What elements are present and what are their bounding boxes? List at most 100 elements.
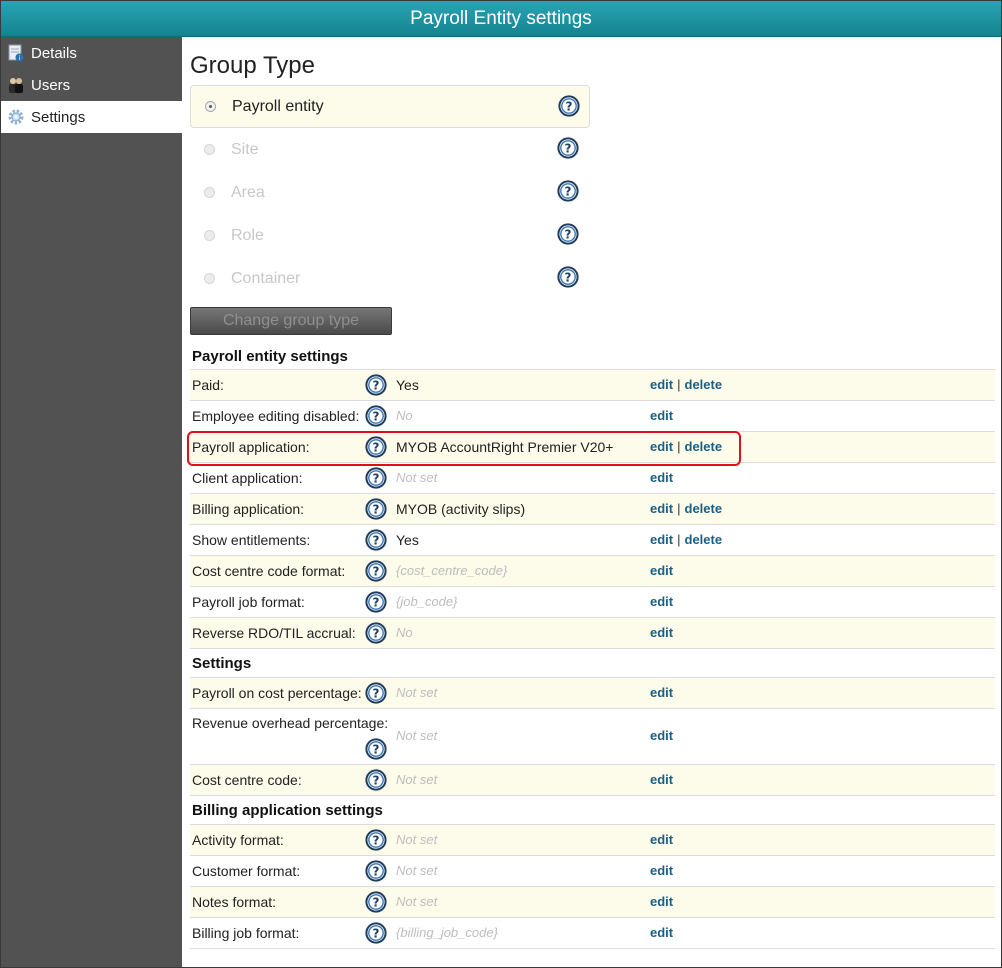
setting-row: Payroll application:? MYOB AccountRight P… — [190, 432, 995, 463]
help-icon[interactable]: ? — [365, 529, 387, 554]
setting-actions: edit — [650, 887, 673, 917]
setting-actions: edit | delete — [650, 494, 722, 524]
help-icon[interactable]: ? — [557, 137, 579, 164]
edit-link[interactable]: edit — [650, 772, 673, 787]
edit-link[interactable]: edit — [650, 685, 673, 700]
edit-link[interactable]: edit — [650, 594, 673, 609]
setting-label: Paid: — [192, 377, 224, 393]
edit-link[interactable]: edit — [650, 377, 673, 392]
setting-label: Payroll application: — [192, 439, 310, 455]
sidebar-item-settings[interactable]: Settings — [1, 101, 182, 133]
setting-row: Cost centre code:? Not set edit — [190, 765, 995, 796]
setting-row: Notes format:? Not set edit — [190, 887, 995, 918]
edit-link[interactable]: edit — [650, 532, 673, 547]
radio-container[interactable]: Container ? — [190, 257, 590, 300]
edit-link[interactable]: edit — [650, 728, 673, 743]
action-separator: | — [677, 439, 681, 454]
question-mark-glyph: ? — [365, 560, 387, 582]
question-mark-glyph: ? — [557, 137, 579, 159]
radio-button[interactable] — [204, 144, 215, 155]
radio-button[interactable] — [205, 101, 216, 112]
change-group-type-button[interactable]: Change group type — [190, 307, 392, 335]
sidebar-item-details[interactable]: i Details — [1, 37, 182, 69]
delete-link[interactable]: delete — [685, 439, 723, 454]
setting-value: Not set — [396, 728, 438, 743]
setting-label: Revenue overhead percentage: — [192, 715, 389, 731]
edit-link[interactable]: edit — [650, 439, 673, 454]
help-icon[interactable]: ? — [365, 738, 387, 763]
edit-link[interactable]: edit — [650, 863, 673, 878]
svg-text:?: ? — [373, 927, 380, 941]
question-mark-glyph: ? — [365, 860, 387, 882]
help-icon[interactable]: ? — [365, 860, 387, 885]
delete-link[interactable]: delete — [685, 532, 723, 547]
svg-text:?: ? — [373, 596, 380, 610]
help-icon[interactable]: ? — [365, 374, 387, 399]
setting-row: Client application:? Not set edit — [190, 463, 995, 494]
radio-button[interactable] — [204, 230, 215, 241]
edit-link[interactable]: edit — [650, 925, 673, 940]
setting-actions: edit — [650, 556, 673, 586]
setting-value: Not set — [396, 863, 438, 878]
help-icon[interactable]: ? — [365, 405, 387, 430]
help-icon[interactable]: ? — [365, 498, 387, 523]
help-icon[interactable]: ? — [365, 769, 387, 794]
radio-area[interactable]: Area ? — [190, 171, 590, 214]
help-icon[interactable]: ? — [365, 891, 387, 916]
users-icon — [7, 76, 25, 94]
edit-link[interactable]: edit — [650, 894, 673, 909]
help-icon[interactable]: ? — [557, 180, 579, 207]
question-mark-glyph: ? — [365, 738, 387, 760]
help-icon[interactable]: ? — [557, 223, 579, 250]
radio-label: Payroll entity — [232, 97, 324, 115]
radio-label: Role — [231, 226, 264, 244]
sidebar-item-label: Users — [31, 76, 71, 94]
setting-label: Client application: — [192, 470, 303, 486]
help-icon[interactable]: ? — [365, 829, 387, 854]
edit-link[interactable]: edit — [650, 501, 673, 516]
help-icon[interactable]: ? — [365, 922, 387, 947]
help-icon[interactable]: ? — [365, 467, 387, 492]
setting-actions: edit — [650, 678, 673, 708]
sidebar-item-label: Details — [31, 44, 77, 62]
svg-text:?: ? — [373, 565, 380, 579]
help-icon[interactable]: ? — [365, 436, 387, 461]
section-title: Billing application settings — [190, 796, 995, 825]
radio-payroll-entity[interactable]: Payroll entity ? — [190, 85, 590, 128]
radio-site[interactable]: Site ? — [190, 128, 590, 171]
settings-sections: Payroll entity settings Paid:? Yes edit | del… — [190, 342, 995, 949]
help-icon[interactable]: ? — [557, 266, 579, 293]
edit-link[interactable]: edit — [650, 832, 673, 847]
setting-value: No — [396, 625, 413, 640]
setting-value: {billing_job_code} — [396, 925, 498, 940]
action-separator: | — [677, 377, 681, 392]
edit-link[interactable]: edit — [650, 470, 673, 485]
radio-button[interactable] — [204, 187, 215, 198]
setting-row: Employee editing disabled:? No edit — [190, 401, 995, 432]
delete-link[interactable]: delete — [685, 501, 723, 516]
radio-role[interactable]: Role ? — [190, 214, 590, 257]
help-icon[interactable]: ? — [558, 95, 580, 122]
setting-actions: edit — [650, 765, 673, 795]
question-mark-glyph: ? — [557, 180, 579, 202]
help-icon[interactable]: ? — [365, 560, 387, 585]
setting-row: Show entitlements:? Yes edit | delete — [190, 525, 995, 556]
delete-link[interactable]: delete — [685, 377, 723, 392]
edit-link[interactable]: edit — [650, 625, 673, 640]
window-title: Payroll Entity settings — [1, 1, 1001, 37]
help-icon[interactable]: ? — [365, 622, 387, 647]
radio-button[interactable] — [204, 273, 215, 284]
action-separator: | — [677, 501, 681, 516]
setting-value: Not set — [396, 894, 438, 909]
help-icon[interactable]: ? — [365, 682, 387, 707]
setting-actions: edit | delete — [650, 432, 722, 462]
svg-text:?: ? — [373, 503, 380, 517]
edit-link[interactable]: edit — [650, 563, 673, 578]
setting-label: Reverse RDO/TIL accrual: — [192, 625, 356, 641]
question-mark-glyph: ? — [557, 223, 579, 245]
help-icon[interactable]: ? — [365, 591, 387, 616]
question-mark-glyph: ? — [365, 498, 387, 520]
sidebar-item-users[interactable]: Users — [1, 69, 182, 101]
edit-link[interactable]: edit — [650, 408, 673, 423]
sidebar: i Details Users Settings — [1, 37, 182, 967]
